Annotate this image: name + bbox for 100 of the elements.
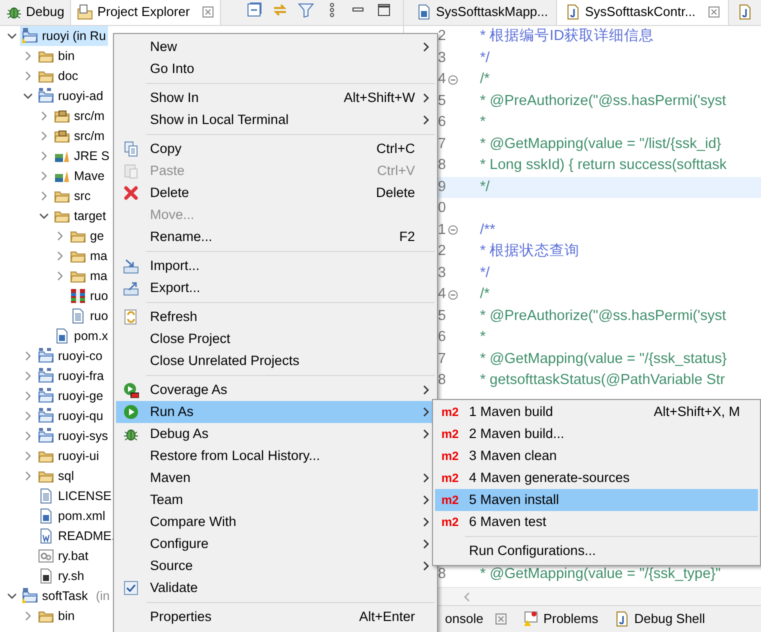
menu-item[interactable]: Delete Delete [116, 182, 435, 204]
menu-item[interactable]: Compare With [116, 511, 435, 533]
tree-item[interactable]: ruoyi-ad [36, 86, 106, 106]
menu-item[interactable]: Properties Alt+Enter [116, 606, 435, 628]
tree-item[interactable]: pom.xml [36, 506, 108, 526]
menu-item[interactable]: Close Project [116, 328, 435, 350]
tree-item[interactable]: ruoyi-co [36, 346, 104, 366]
menu-item[interactable]: Show in Local Terminal [116, 109, 435, 131]
tree-item[interactable]: softTask (in [20, 586, 112, 606]
tree-item[interactable]: ruoyi-ui [36, 446, 101, 466]
view-tab[interactable]: Debug Shell [606, 606, 714, 632]
code-line: * getsofttaskStatus(@PathVariable Str [479, 371, 725, 390]
menu-item[interactable]: Configure [116, 533, 435, 555]
tree-item[interactable]: ry.sh [36, 566, 86, 586]
line-number: 9 [438, 178, 446, 194]
tree-item[interactable]: bin [36, 46, 77, 66]
line-number: 2 [438, 28, 446, 44]
menu-item[interactable]: Source [116, 555, 435, 577]
tree-item[interactable]: ruo [68, 286, 110, 306]
tree-item[interactable]: bin [36, 606, 77, 626]
line-number: 6 [438, 329, 446, 345]
line-number: 2 [438, 243, 446, 259]
tree-item[interactable]: JRE S [52, 146, 112, 166]
tree-item[interactable]: ruoyi-qu [36, 406, 106, 426]
tree-item[interactable]: ruoyi-fra [36, 366, 106, 386]
line-number: 7 [438, 136, 446, 152]
menu-item[interactable]: Run Configurations... [435, 540, 758, 562]
menu-item[interactable]: Team [116, 489, 435, 511]
tree-item[interactable]: sql [36, 466, 76, 486]
tree-item[interactable]: src/m [52, 126, 107, 146]
menu-item[interactable]: Maven [116, 467, 435, 489]
code-line: * @PreAuthorize("@ss.hasPermi('syst [479, 306, 726, 326]
code-line: * @GetMapping(value = "/{ssk_status} [479, 350, 727, 368]
menu-item[interactable]: Close Unrelated Projects [116, 350, 435, 372]
tree-item[interactable]: pom.x [52, 326, 110, 346]
line-number: 5 [438, 92, 446, 108]
tree-item[interactable]: ma [68, 266, 110, 286]
line-number: 8 [438, 157, 446, 173]
line-number: 8 [438, 372, 446, 388]
code-line: /* [479, 70, 490, 89]
menu-item[interactable]: Go Into [116, 58, 435, 80]
menu-item[interactable]: m2 3 Maven clean [435, 445, 758, 467]
m2-icon: m2 [441, 469, 459, 487]
menu-item[interactable]: Export... [116, 277, 435, 299]
line-number: 8 [438, 566, 446, 582]
tree-item[interactable]: ruoyi-sys [36, 426, 110, 446]
m2-icon: m2 [441, 403, 459, 421]
menu-item[interactable]: Restore from Local History... [116, 445, 435, 467]
code-line: */ [479, 178, 490, 196]
line-number: 3 [438, 264, 446, 280]
code-line: /* [479, 285, 490, 304]
line-number: 4 [438, 71, 446, 87]
view-tab[interactable]: Project Explorer [70, 0, 221, 25]
menu-item[interactable]: Copy Ctrl+C [116, 138, 435, 160]
view-tab[interactable]: onsole [437, 606, 516, 632]
tree-item[interactable]: ge [68, 226, 106, 246]
menu-item[interactable]: Validate [116, 577, 435, 599]
code-line: * 根据编号ID获取详细信息 [479, 26, 654, 46]
code-line: /** [479, 220, 496, 240]
menu-item[interactable]: m2 4 Maven generate-sources [435, 467, 758, 489]
code-line: * Long sskId) { return success(softtask [479, 156, 727, 175]
menu-item[interactable]: Show In Alt+Shift+W [116, 87, 435, 109]
line-number: 5 [438, 308, 446, 324]
m2-icon: m2 [441, 425, 459, 443]
tree-item[interactable]: README. [36, 526, 117, 546]
tree-item[interactable]: target [52, 206, 108, 226]
tree-item[interactable]: src [52, 186, 93, 206]
tree-item[interactable]: ruoyi (in Ru [20, 26, 108, 46]
menu-item[interactable]: Refresh [116, 306, 435, 328]
tree-item[interactable]: ruoyi-ge [36, 386, 106, 406]
view-tab[interactable]: Debug [0, 0, 70, 25]
code-line: * @GetMapping(value = "/list/{ssk_id} [479, 134, 722, 154]
menu-item[interactable]: m2 1 Maven build Alt+Shift+X, M [435, 401, 758, 423]
m2-icon: m2 [441, 513, 459, 531]
menu-item[interactable]: New [116, 36, 435, 58]
line-number: 7 [438, 350, 446, 366]
menu-item[interactable]: m2 2 Maven build... [435, 423, 758, 445]
menu-item[interactable]: Run As [116, 401, 435, 423]
tree-item[interactable]: ma [68, 246, 110, 266]
menu-item[interactable]: m2 6 Maven test [435, 511, 758, 533]
view-tab[interactable]: Problems [515, 606, 606, 632]
tree-item[interactable]: doc [36, 66, 80, 86]
tree-item[interactable]: src/m [52, 106, 107, 126]
tree-item[interactable]: LICENSE [36, 486, 114, 506]
tree-item[interactable]: ruo [68, 306, 110, 326]
code-line: * @GetMapping(value = "/{ssk_type}" [479, 564, 721, 584]
code-line: */ [479, 264, 490, 282]
tree-item[interactable]: Mave [52, 166, 107, 186]
line-number: 0 [438, 200, 446, 216]
m2-icon: m2 [441, 447, 459, 465]
code-line: * @PreAuthorize("@ss.hasPermi('syst [479, 92, 726, 110]
line-number: 6 [438, 114, 446, 130]
menu-item[interactable]: Import... [116, 255, 435, 277]
menu-item[interactable]: Coverage As [116, 379, 435, 401]
editor-tab[interactable]: SysSofttaskContr... [556, 0, 729, 25]
editor-tab[interactable]: SysSofttaskMapp... [408, 0, 556, 25]
tree-item[interactable]: ry.bat [36, 546, 90, 566]
menu-item[interactable]: m2 5 Maven install [435, 489, 758, 511]
code-line: * [479, 328, 486, 347]
menu-item[interactable]: Rename... F2 [116, 226, 435, 248]
